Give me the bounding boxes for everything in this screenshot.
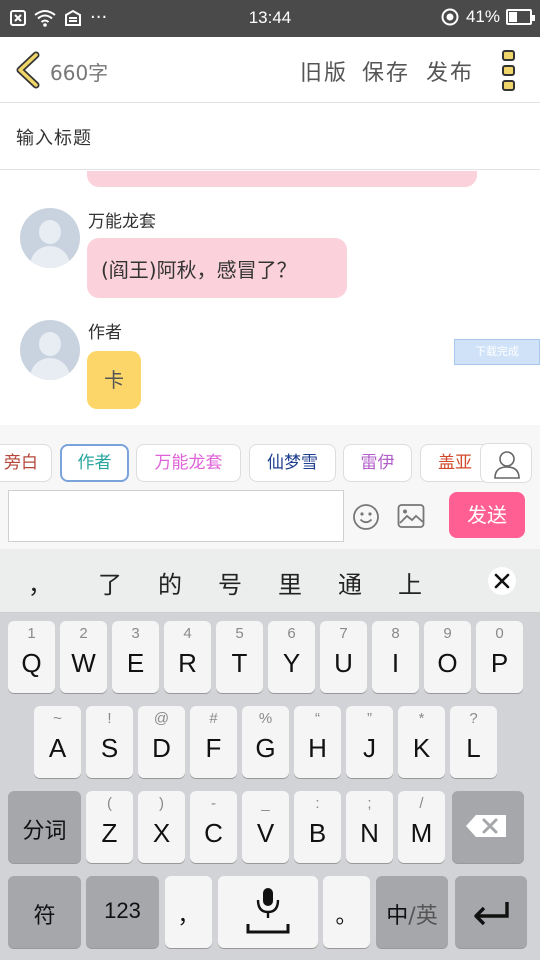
save-button[interactable]: 保存	[362, 55, 410, 87]
download-complete-toast: 下载完成	[454, 339, 540, 365]
composer: 发送	[0, 485, 540, 549]
key-m[interactable]: / M	[398, 791, 445, 863]
backspace-key[interactable]	[452, 791, 524, 863]
key-l[interactable]: ? L	[450, 706, 497, 778]
key-b[interactable]: :B	[294, 791, 341, 863]
key-s[interactable]: ! S	[86, 706, 133, 778]
key-c[interactable]: -C	[190, 791, 237, 863]
character-chip-leiyi[interactable]: 雷伊	[343, 444, 412, 482]
chat-area[interactable]: 万能龙套 (阎王)阿秋，感冒了？ 作者 卡 下载完成	[0, 171, 540, 425]
key-x[interactable]: ) X	[138, 791, 185, 863]
avatar[interactable]	[20, 320, 80, 380]
microphone-icon	[246, 888, 290, 934]
close-icon	[494, 573, 510, 589]
space-key[interactable]	[218, 876, 318, 948]
lang-zh-label: 中	[386, 904, 409, 929]
backspace-icon	[466, 815, 506, 837]
enter-icon	[474, 902, 509, 926]
title-field[interactable]: 输入标题	[0, 104, 540, 170]
period-key[interactable]: 。	[323, 876, 370, 948]
language-switch-key[interactable]: 中/英	[376, 876, 448, 948]
more-menu-icon[interactable]	[500, 49, 518, 93]
message-bubble[interactable]: 卡	[87, 351, 141, 409]
key-r[interactable]: 4R	[164, 621, 211, 693]
key-y[interactable]: 6Y	[268, 621, 315, 693]
status-bar: ··· 13:44 41%	[0, 0, 540, 37]
message-sender: 作者	[88, 323, 122, 343]
character-chip-author[interactable]: 作者	[60, 444, 129, 482]
message-bubble[interactable]: (阎王)阿秋，感冒了？	[87, 238, 347, 298]
title-input[interactable]: 输入标题	[16, 124, 92, 150]
avatar[interactable]	[20, 208, 80, 268]
old-version-button[interactable]: 旧版	[300, 55, 348, 87]
emoji-icon[interactable]	[352, 503, 380, 531]
battery-icon	[506, 9, 535, 25]
back-arrow-icon[interactable]	[12, 51, 42, 89]
character-manager-button[interactable]	[480, 443, 532, 483]
enter-key[interactable]	[455, 876, 527, 948]
key-z[interactable]: (Z	[86, 791, 133, 863]
key-k[interactable]: * K	[398, 706, 445, 778]
candidate-word[interactable]: 号	[218, 565, 242, 600]
key-f[interactable]: # F	[190, 706, 237, 778]
key-v[interactable]: _ V	[242, 791, 289, 863]
candidate-word[interactable]: 上	[398, 565, 422, 600]
candidate-word[interactable]: 了	[98, 565, 122, 600]
key-a[interactable]: ~ A	[34, 706, 81, 778]
image-icon[interactable]	[397, 503, 425, 529]
key-j[interactable]: ” J	[346, 706, 393, 778]
message-sender: 万能龙套	[88, 212, 156, 232]
candidate-word[interactable]: 的	[158, 565, 182, 600]
key-w[interactable]: 2W	[60, 621, 107, 693]
segment-key[interactable]: 分词	[8, 791, 81, 863]
numbers-key[interactable]: 123	[86, 876, 159, 948]
editor-header: 660字 旧版 保存 发布	[0, 37, 540, 103]
candidate-bar: ， 了 的 号 里 通 上	[0, 549, 540, 613]
keyboard: ， 了 的 号 里 通 上 1Q 2W 3E 4R 5T 6Y 7U 8I 9O…	[0, 549, 540, 960]
publish-button[interactable]: 发布	[426, 55, 474, 87]
lang-en-label: /英	[408, 904, 438, 929]
close-candidates-button[interactable]	[488, 567, 516, 595]
character-chip-narrator[interactable]: 旁白	[0, 444, 52, 482]
person-icon	[494, 451, 520, 479]
key-h[interactable]: “H	[294, 706, 341, 778]
key-i[interactable]: 8I	[372, 621, 419, 693]
send-button[interactable]: 发送	[449, 492, 525, 538]
key-g[interactable]: % G	[242, 706, 289, 778]
comma-key[interactable]: ，	[165, 876, 212, 948]
key-p[interactable]: 0P	[476, 621, 523, 693]
key-e[interactable]: 3E	[112, 621, 159, 693]
key-q[interactable]: 1Q	[8, 621, 55, 693]
key-d[interactable]: @ D	[138, 706, 185, 778]
key-u[interactable]: 7U	[320, 621, 367, 693]
candidate-word[interactable]: ，	[28, 565, 52, 600]
message-input[interactable]	[8, 490, 344, 542]
character-chip-extra[interactable]: 万能龙套	[136, 444, 241, 482]
character-chip-xianmengxue[interactable]: 仙梦雪	[249, 444, 336, 482]
character-selector: 旁白 作者 万能龙套 仙梦雪 雷伊 盖亚	[0, 425, 540, 485]
previous-message-bubble	[87, 171, 477, 187]
key-n[interactable]: ; N	[346, 791, 393, 863]
candidate-word[interactable]: 通	[338, 565, 362, 600]
key-o[interactable]: 9O	[424, 621, 471, 693]
key-t[interactable]: 5T	[216, 621, 263, 693]
candidate-word[interactable]: 里	[278, 565, 302, 600]
word-count: 660字	[50, 61, 109, 85]
symbols-key[interactable]: 符	[8, 876, 81, 948]
battery-percent: 41%	[465, 7, 500, 26]
location-icon	[441, 8, 459, 26]
